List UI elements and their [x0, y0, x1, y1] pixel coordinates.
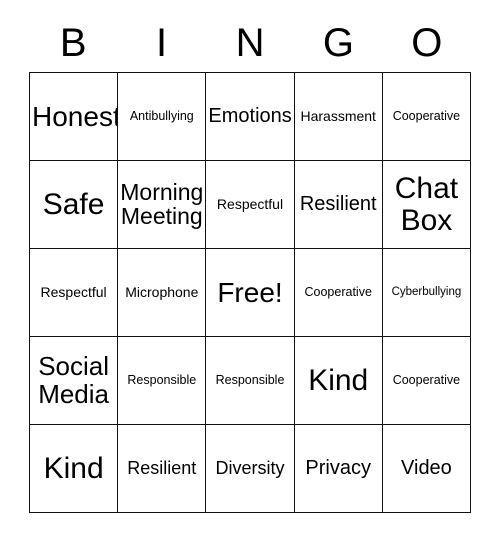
bingo-card: B I N G O Honest Antibullying Emotions H… [0, 0, 500, 544]
bingo-cell-free[interactable]: Free! [206, 249, 295, 337]
bingo-cell[interactable]: Kind [294, 337, 383, 425]
bingo-cell-label: Diversity [215, 458, 285, 479]
bingo-cell-label: Cooperative [392, 373, 461, 387]
bingo-cell-label: Honest [32, 100, 119, 132]
bingo-cell-label: Microphone [125, 284, 199, 301]
bingo-cell-label: Kind [43, 451, 104, 485]
bingo-cell[interactable]: Morning Meeting [118, 161, 207, 249]
bingo-cell-label: Privacy [305, 457, 371, 480]
bingo-cell[interactable]: Respectful [206, 161, 295, 249]
bingo-header: B I N G O [29, 14, 471, 72]
bingo-row: Safe Morning Meeting Respectful Resilien… [30, 161, 472, 249]
bingo-cell-label: Kind [308, 363, 369, 397]
bingo-cell-label: Resilient [127, 458, 197, 479]
header-letter-b: B [59, 21, 87, 65]
bingo-cell[interactable]: Responsible [206, 337, 295, 425]
header-letter-o: O [411, 21, 443, 65]
bingo-row: Social Media Responsible Responsible Kin… [30, 337, 472, 425]
bingo-cell[interactable]: Honest [30, 73, 119, 161]
bingo-cell-label: Antibullying [129, 109, 194, 123]
bingo-cell-label: Chat Box [394, 172, 459, 237]
bingo-grid: Honest Antibullying Emotions Harassment … [29, 72, 472, 513]
bingo-cell[interactable]: Harassment [294, 73, 383, 161]
bingo-cell[interactable]: Responsible [118, 337, 207, 425]
bingo-cell[interactable]: Diversity [206, 425, 295, 513]
bingo-cell[interactable]: Respectful [30, 249, 119, 337]
bingo-cell[interactable]: Safe [30, 161, 119, 249]
bingo-row: Kind Resilient Diversity Privacy Video [30, 425, 472, 513]
bingo-cell[interactable]: Cooperative [294, 249, 383, 337]
bingo-cell-label: Responsible [215, 373, 285, 387]
bingo-cell-label: Resilient [299, 193, 377, 216]
bingo-cell-label: Cooperative [392, 109, 461, 123]
bingo-cell[interactable]: Cyberbullying [382, 249, 472, 337]
bingo-cell-label: Morning Meeting [120, 178, 204, 229]
header-letter-n: N [235, 21, 265, 65]
bingo-cell[interactable]: Cooperative [382, 73, 472, 161]
bingo-cell[interactable]: Privacy [294, 425, 383, 513]
bingo-cell-label: Cyberbullying [391, 285, 462, 298]
bingo-cell-label: Free! [217, 276, 283, 308]
bingo-cell[interactable]: Social Media [30, 337, 119, 425]
bingo-cell-label: Social Media [38, 351, 110, 409]
bingo-cell[interactable]: Microphone [118, 249, 207, 337]
header-letter-i: I [156, 21, 168, 65]
bingo-row: Respectful Microphone Free! Cooperative … [30, 249, 472, 337]
header-letter-g: G [322, 21, 354, 65]
bingo-cell-label: Video [401, 457, 452, 480]
bingo-cell-label: Respectful [40, 284, 107, 301]
bingo-cell-label: Responsible [127, 373, 197, 387]
bingo-cell-label: Harassment [300, 108, 376, 125]
bingo-cell-label: Emotions [208, 105, 292, 128]
bingo-cell[interactable]: Antibullying [118, 73, 207, 161]
bingo-row: Honest Antibullying Emotions Harassment … [30, 73, 472, 161]
bingo-cell[interactable]: Emotions [206, 73, 295, 161]
bingo-cell[interactable]: Video [382, 425, 472, 513]
bingo-cell[interactable]: Chat Box [382, 161, 472, 249]
bingo-cell[interactable]: Resilient [118, 425, 207, 513]
bingo-cell[interactable]: Cooperative [382, 337, 472, 425]
bingo-cell-label: Safe [42, 187, 105, 221]
bingo-cell-label: Cooperative [304, 285, 372, 299]
bingo-cell[interactable]: Kind [30, 425, 119, 513]
bingo-cell-label: Respectful [216, 196, 284, 213]
bingo-cell[interactable]: Resilient [294, 161, 383, 249]
